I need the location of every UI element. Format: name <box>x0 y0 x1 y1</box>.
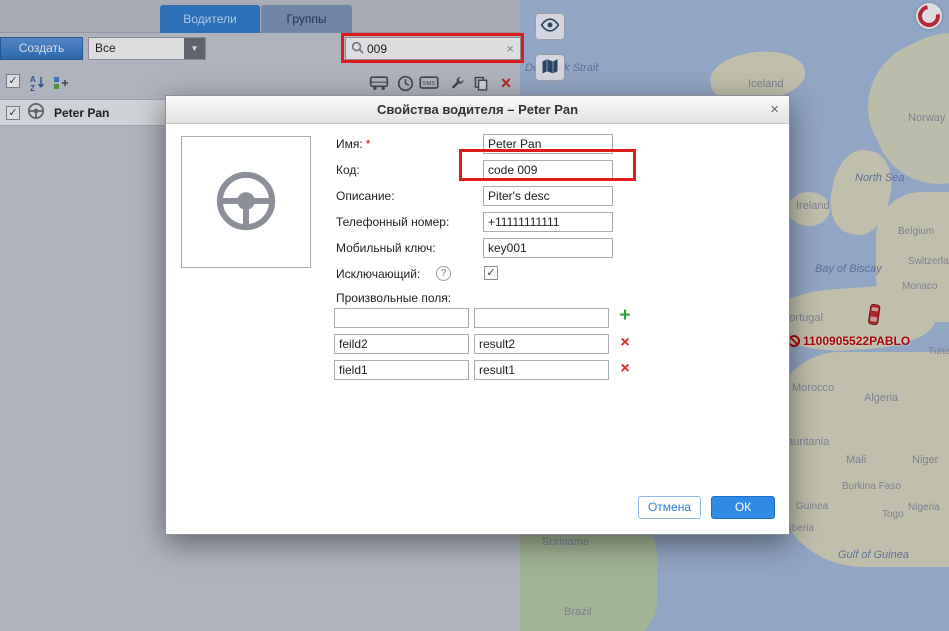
add-field-icon[interactable]: + <box>616 305 634 327</box>
custom-field-name-input[interactable] <box>334 308 469 328</box>
custom-field-value-input[interactable] <box>474 360 609 380</box>
remove-field-icon[interactable]: × <box>616 334 634 352</box>
remove-field-icon[interactable]: × <box>616 360 634 378</box>
driver-photo-placeholder[interactable] <box>181 136 311 268</box>
description-label: Описание: <box>336 189 395 203</box>
description-field[interactable] <box>483 186 613 206</box>
name-field[interactable] <box>483 134 613 154</box>
code-label: Код: <box>336 163 360 177</box>
custom-field-value-input[interactable] <box>474 308 609 328</box>
custom-field-name-input[interactable] <box>334 334 469 354</box>
help-icon[interactable]: ? <box>436 266 451 281</box>
mobile-key-field[interactable] <box>483 238 613 258</box>
close-icon[interactable]: × <box>770 101 779 119</box>
custom-fields-label: Произвольные поля: <box>336 291 451 305</box>
name-label: Имя:* <box>336 137 370 151</box>
custom-field-name-input[interactable] <box>334 360 469 380</box>
exclusive-label: Исключающий: <box>336 267 420 281</box>
exclusive-checkbox[interactable] <box>484 266 498 280</box>
driver-properties-dialog: Свойства водителя – Peter Pan × Имя:* Ко… <box>165 95 790 535</box>
phone-field[interactable] <box>483 212 613 232</box>
code-field[interactable] <box>483 160 613 180</box>
ok-button[interactable]: ОК <box>711 496 775 519</box>
custom-field-value-input[interactable] <box>474 334 609 354</box>
phone-label: Телефонный номер: <box>336 215 449 229</box>
cancel-button[interactable]: Отмена <box>638 496 701 519</box>
required-mark: * <box>366 137 371 151</box>
mobile-key-label: Мобильный ключ: <box>336 241 436 255</box>
app-screen: Denmark Strait Iceland Norway North Sea … <box>0 0 949 631</box>
dialog-title: Свойства водителя – Peter Pan <box>166 96 789 124</box>
steering-wheel-icon <box>213 168 279 237</box>
